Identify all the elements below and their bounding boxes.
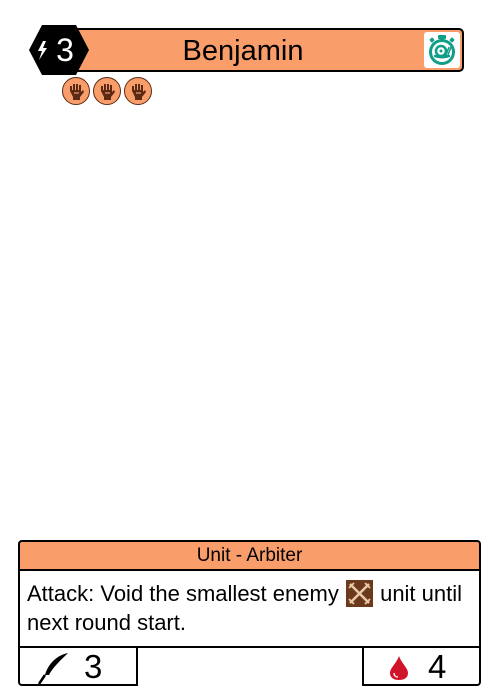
snail-stopwatch-icon xyxy=(424,32,460,68)
ability-text: Attack: Void the smallest enemy unit unt… xyxy=(27,579,472,637)
attack-stat: 3 xyxy=(18,646,138,686)
claw-fist-icon xyxy=(124,77,152,105)
blood-drop-icon xyxy=(390,656,408,680)
title-bar: Benjamin xyxy=(66,28,464,72)
cost-badge: 3 xyxy=(28,24,90,76)
health-stat: 4 xyxy=(362,646,481,686)
card-name: Benjamin xyxy=(182,35,304,67)
type-line: Unit - Arbiter xyxy=(18,540,481,571)
ability-text-start: Attack: Void the smallest enemy xyxy=(27,581,339,606)
claw-fist-icon xyxy=(93,77,121,105)
health-value: 4 xyxy=(428,648,447,685)
attack-value: 3 xyxy=(84,648,103,685)
cost-value: 3 xyxy=(56,32,74,68)
claw-fist-icon xyxy=(62,77,90,105)
crossed-swords-icon xyxy=(345,580,373,607)
ability-box: Attack: Void the smallest enemy unit unt… xyxy=(18,569,481,648)
quill-pen-icon xyxy=(37,653,68,685)
